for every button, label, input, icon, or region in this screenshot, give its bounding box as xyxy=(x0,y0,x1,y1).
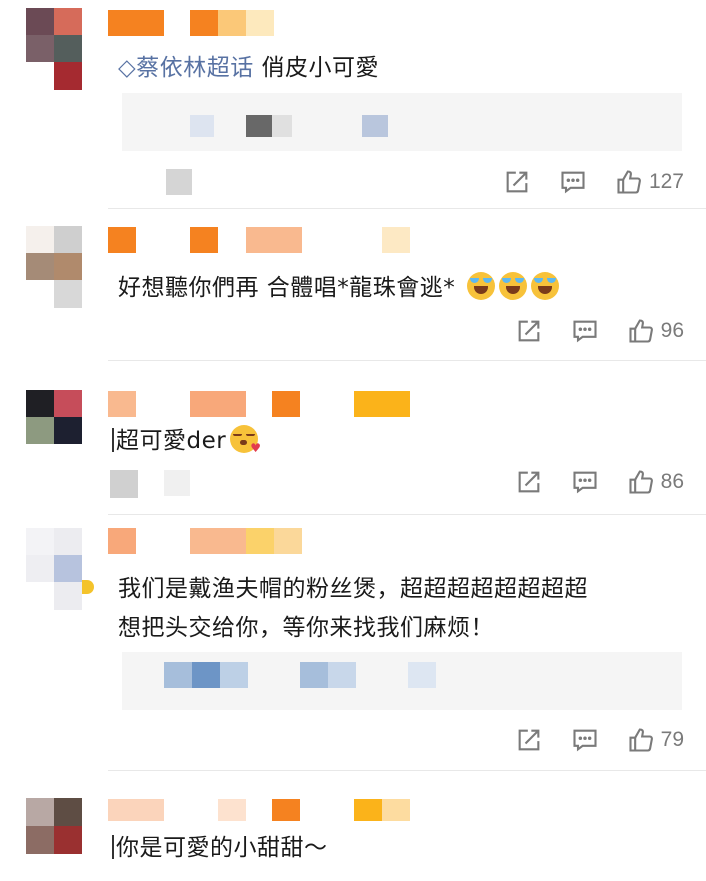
like-count: 96 xyxy=(660,319,684,342)
avatar[interactable] xyxy=(26,8,82,90)
comment-text: 你是可愛的小甜甜～ xyxy=(112,828,328,862)
share-icon xyxy=(518,320,540,342)
supertopic-tag[interactable]: ◇蔡依林超话 xyxy=(118,55,254,81)
comment-button[interactable] xyxy=(571,726,599,754)
like-icon xyxy=(629,319,653,343)
divider xyxy=(108,208,706,209)
share-icon xyxy=(506,171,528,193)
like-count: 79 xyxy=(660,728,684,751)
share-button[interactable] xyxy=(515,468,543,496)
share-icon xyxy=(518,471,540,493)
comment-text-line-1: 我们是戴渔夫帽的粉丝煲，超超超超超超超超 xyxy=(118,576,588,602)
like-count: 127 xyxy=(648,170,684,193)
comment-button[interactable] xyxy=(559,168,587,196)
share-button[interactable] xyxy=(503,168,531,196)
action-bar: 127 xyxy=(503,168,684,196)
laugh-cry-emoji xyxy=(499,272,528,300)
quoted-reply[interactable] xyxy=(122,93,682,195)
kiss-heart-emoji: ♥ xyxy=(230,425,261,454)
share-button[interactable] xyxy=(515,317,543,345)
share-button[interactable] xyxy=(515,726,543,754)
username[interactable] xyxy=(108,528,308,554)
blurred-block xyxy=(110,470,138,498)
comment-text-line-2: 想把头交给你，等你来找我们麻烦！ xyxy=(118,615,494,641)
like-icon xyxy=(629,728,653,752)
username[interactable] xyxy=(108,391,418,417)
avatar[interactable] xyxy=(26,226,82,308)
blurred-block xyxy=(164,470,190,496)
avatar[interactable] xyxy=(26,390,82,472)
action-bar: 86 xyxy=(515,468,684,496)
like-button[interactable]: 86 xyxy=(627,468,684,496)
like-icon xyxy=(629,470,653,494)
share-icon xyxy=(518,729,540,751)
avatar[interactable] xyxy=(26,528,82,610)
username[interactable] xyxy=(108,10,278,36)
comment-icon xyxy=(573,471,597,494)
badge-icon xyxy=(82,580,94,594)
comment-icon xyxy=(573,320,597,343)
comment-text: 好想聽你們再 合體唱*龍珠會逃* xyxy=(118,268,560,302)
like-count: 86 xyxy=(660,470,684,493)
like-button[interactable]: 96 xyxy=(627,317,684,345)
username[interactable] xyxy=(108,799,418,825)
like-icon xyxy=(617,170,641,194)
laugh-cry-emoji xyxy=(467,272,496,300)
comment-text: 超可愛der ♥ xyxy=(112,421,261,455)
comment-icon xyxy=(573,729,597,752)
text-cursor xyxy=(112,835,114,859)
username[interactable] xyxy=(108,227,418,253)
comment-button[interactable] xyxy=(571,317,599,345)
divider xyxy=(108,360,706,361)
avatar[interactable] xyxy=(26,798,82,854)
like-button[interactable]: 127 xyxy=(615,168,684,196)
divider xyxy=(108,514,706,515)
action-bar: 96 xyxy=(515,317,684,345)
action-bar: 79 xyxy=(515,726,684,754)
comment-icon xyxy=(561,171,585,194)
like-button[interactable]: 79 xyxy=(627,726,684,754)
quoted-reply[interactable] xyxy=(122,652,682,710)
text-cursor xyxy=(112,428,114,452)
laugh-cry-emoji xyxy=(531,272,560,300)
comment-button[interactable] xyxy=(571,468,599,496)
divider xyxy=(108,770,706,771)
comment-text: ◇蔡依林超话 俏皮小可愛 xyxy=(118,55,380,81)
